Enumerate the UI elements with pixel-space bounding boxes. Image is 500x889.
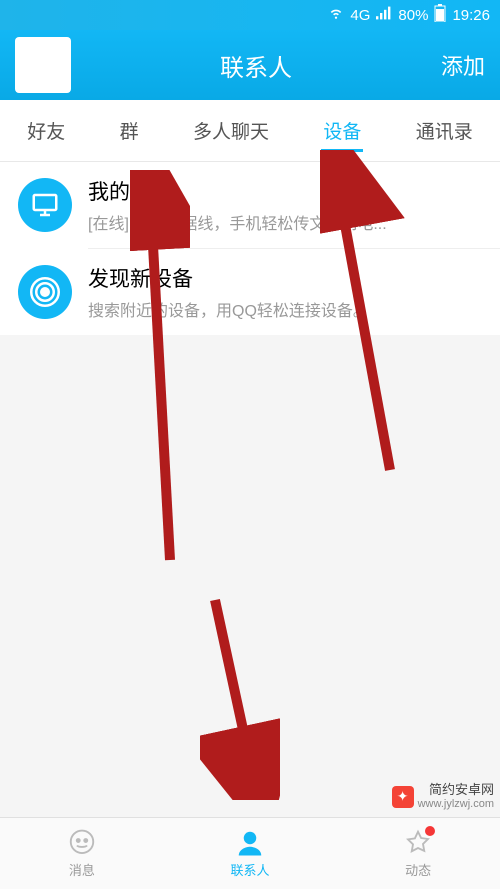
watermark-url: www.jylzwj.com	[418, 798, 494, 811]
header: 联系人 添加	[0, 30, 500, 100]
add-button[interactable]: 添加	[441, 49, 485, 81]
item-title: 我的电脑	[88, 176, 482, 206]
nav-contacts[interactable]: 联系人	[230, 828, 269, 879]
device-list: 我的电脑 [在线] 无需数据线，手机轻松传文件到电... 发现新设备 搜索附近的…	[0, 162, 500, 335]
watermark: ✦ 简约安卓网 www.jylzwj.com	[392, 782, 494, 811]
nav-label: 联系人	[230, 860, 269, 879]
tab-multichat[interactable]: 多人聊天	[189, 101, 273, 160]
item-title: 发现新设备	[88, 263, 482, 293]
person-icon	[235, 828, 265, 858]
item-subtitle: 搜索附近的设备，用QQ轻松连接设备。	[88, 297, 448, 321]
watermark-logo-icon: ✦	[392, 786, 414, 808]
radar-icon	[18, 265, 72, 319]
battery-icon	[434, 4, 446, 26]
nav-label: 动态	[405, 860, 431, 879]
watermark-brand: 简约安卓网	[429, 782, 494, 798]
list-item[interactable]: 发现新设备 搜索附近的设备，用QQ轻松连接设备。	[0, 249, 500, 335]
signal-icon	[376, 6, 392, 24]
bottom-nav: 消息 联系人 动态	[0, 817, 500, 889]
message-icon	[67, 828, 97, 858]
notification-dot-icon	[425, 826, 435, 836]
wifi-icon	[328, 6, 344, 24]
status-bar: 4G 80% 19:26	[0, 0, 500, 30]
network-label: 4G	[350, 7, 370, 24]
item-subtitle: [在线] 无需数据线，手机轻松传文件到电...	[88, 210, 448, 234]
avatar[interactable]	[15, 37, 71, 93]
tabs: 好友 群 多人聊天 设备 通讯录	[0, 100, 500, 162]
nav-messages[interactable]: 消息	[67, 828, 97, 879]
annotation-arrow	[200, 590, 280, 800]
battery-label: 80%	[398, 7, 428, 24]
tab-groups[interactable]: 群	[116, 101, 143, 160]
time-label: 19:26	[452, 7, 490, 24]
nav-moments[interactable]: 动态	[403, 828, 433, 879]
tab-friends[interactable]: 好友	[23, 101, 69, 160]
page-title: 联系人	[71, 48, 441, 83]
monitor-icon	[18, 178, 72, 232]
tab-devices[interactable]: 设备	[319, 101, 365, 160]
nav-label: 消息	[69, 860, 95, 879]
list-item[interactable]: 我的电脑 [在线] 无需数据线，手机轻松传文件到电...	[0, 162, 500, 248]
tab-contacts[interactable]: 通讯录	[412, 101, 477, 160]
